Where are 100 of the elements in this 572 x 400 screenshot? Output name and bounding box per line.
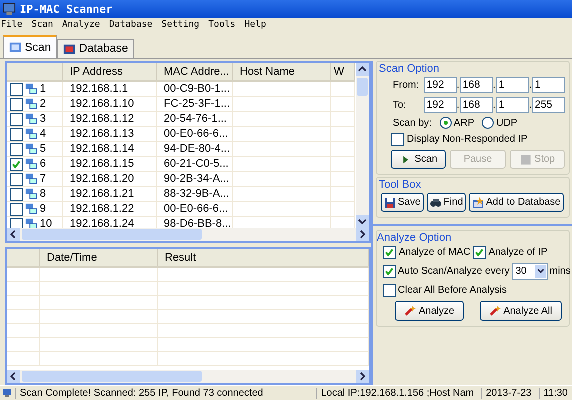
table-cell: 192.168.1.20 (63, 172, 157, 186)
vertical-scrollbar[interactable] (356, 63, 369, 228)
octet-separator: . (492, 100, 496, 110)
tab[interactable]: Database (57, 39, 134, 58)
checkbox-label: Analyze of MAC (399, 247, 471, 258)
checkbox[interactable] (472, 246, 486, 259)
row-number: 9 (40, 203, 46, 215)
table-cell: 88-32-9B-A... (157, 187, 233, 201)
toolbox-button[interactable]: Find (426, 193, 466, 212)
row-number: 7 (40, 173, 46, 185)
row-number: 1 (40, 83, 46, 95)
table-cell: 00-C9-B0-1... (157, 82, 233, 96)
checkbox[interactable] (10, 188, 23, 200)
toolbox-button[interactable]: Save (381, 193, 424, 212)
ip-octet-field[interactable]: 255 (532, 97, 565, 113)
column-header[interactable]: MAC Addre... (157, 63, 233, 80)
checkbox[interactable] (391, 133, 404, 146)
row-number: 8 (40, 188, 46, 200)
computers-icon (25, 112, 38, 126)
table-cell: FC-25-3F-1... (157, 97, 233, 111)
computers-icon (25, 128, 38, 140)
time-status: 11:30 (538, 388, 572, 398)
ip-octet-field[interactable]: 192 (424, 97, 457, 113)
table-cell: 192.168.1.10 (63, 97, 157, 111)
column-header[interactable]: IP Address (63, 63, 157, 80)
menu-item[interactable]: File (1, 20, 23, 30)
table-cell: 192.168.1.12 (63, 112, 157, 126)
row-number: 4 (40, 128, 46, 140)
ip-octet-field[interactable]: 192 (424, 77, 457, 93)
tab[interactable]: Scan (3, 35, 58, 58)
table-cell: 192.168.1.14 (63, 142, 157, 156)
monitor-icon (9, 41, 22, 54)
row-number: 2 (40, 98, 46, 110)
analyze-button[interactable]: Analyze All (480, 301, 562, 321)
column-header[interactable]: Result (158, 249, 369, 266)
radio-button[interactable]: UDP (482, 117, 518, 129)
table-cell: 192.168.1.15 (63, 157, 157, 171)
table-cell: 192.168.1.21 (63, 187, 157, 201)
checkbox[interactable] (383, 265, 396, 278)
ip-octet-field[interactable]: 1 (496, 97, 529, 113)
ip-octet-field[interactable]: 1 (532, 77, 565, 93)
horizontal-scrollbar[interactable] (7, 370, 369, 383)
group-title: Scan Option (379, 63, 441, 75)
analyze-button[interactable]: Analyze (395, 301, 464, 321)
ip-octet-field[interactable]: 1 (496, 77, 529, 93)
checkbox[interactable] (10, 128, 23, 140)
table-cell: 94-DE-80-4... (157, 142, 233, 156)
scroll-thumb[interactable] (357, 78, 368, 96)
date-status: 2013-7-23 (481, 388, 536, 398)
table-cell: 90-2B-34-A... (157, 172, 233, 186)
table-cell: 192.168.1.13 (63, 127, 157, 141)
menu-item[interactable]: Scan (32, 20, 54, 30)
table-cell: 60-21-C0-5... (157, 157, 233, 171)
computer-icon (3, 2, 16, 16)
toolbox-button[interactable]: Add to Database (469, 193, 564, 212)
checkbox[interactable] (10, 202, 23, 216)
row-number: 3 (40, 113, 46, 125)
computers-icon (25, 98, 38, 110)
menu-item[interactable]: Setting (162, 20, 200, 30)
checkbox[interactable] (10, 158, 23, 170)
magic-wand-icon (488, 305, 501, 317)
unit-label: mins (550, 266, 571, 277)
menu-item[interactable]: Tools (208, 20, 236, 30)
checkbox-label: Display Non-Responded IP (407, 134, 528, 145)
checkbox[interactable] (383, 246, 396, 259)
group-title: Analyze Option (377, 232, 453, 244)
checkbox[interactable] (383, 284, 396, 297)
octet-separator: . (528, 100, 532, 110)
scan-control-button[interactable]: Scan (391, 150, 446, 169)
checkbox[interactable] (10, 112, 23, 126)
computers-icon (25, 158, 38, 170)
ip-octet-field[interactable]: 168 (460, 97, 493, 113)
interval-dropdown[interactable]: 30 (512, 263, 548, 280)
local-ip-status: Local IP:192.168.1.156 ;Host Nam (316, 388, 478, 398)
table-cell: 00-E0-66-6... (157, 202, 233, 216)
horizontal-scrollbar[interactable] (7, 228, 369, 241)
octet-separator: . (492, 80, 496, 90)
binoculars-icon (430, 196, 442, 208)
radio-button[interactable]: ARP (440, 117, 474, 129)
ip-octet-field[interactable]: 168 (460, 77, 493, 93)
table-cell: 20-54-76-1... (157, 112, 233, 126)
octet-separator: . (528, 80, 532, 90)
menu-item[interactable]: Help (244, 20, 266, 30)
column-header[interactable]: Date/Time (40, 249, 158, 266)
checkbox[interactable] (10, 142, 23, 156)
column-header[interactable]: Host Name (233, 63, 331, 80)
checkbox[interactable] (10, 98, 23, 110)
column-header[interactable]: W (331, 63, 355, 80)
checkbox[interactable] (10, 82, 23, 96)
menu-item[interactable]: Database (109, 20, 153, 30)
row-number: 5 (40, 143, 46, 155)
field-label: To: (393, 100, 408, 110)
octet-separator: . (456, 80, 460, 90)
computers-icon (25, 82, 38, 96)
checkbox[interactable] (10, 172, 23, 186)
field-label: From: (393, 80, 420, 90)
magic-wand-icon (404, 305, 416, 317)
table-cell: 192.168.1.1 (63, 82, 157, 96)
checkbox[interactable] (10, 218, 23, 228)
menu-item[interactable]: Analyze (62, 20, 100, 30)
